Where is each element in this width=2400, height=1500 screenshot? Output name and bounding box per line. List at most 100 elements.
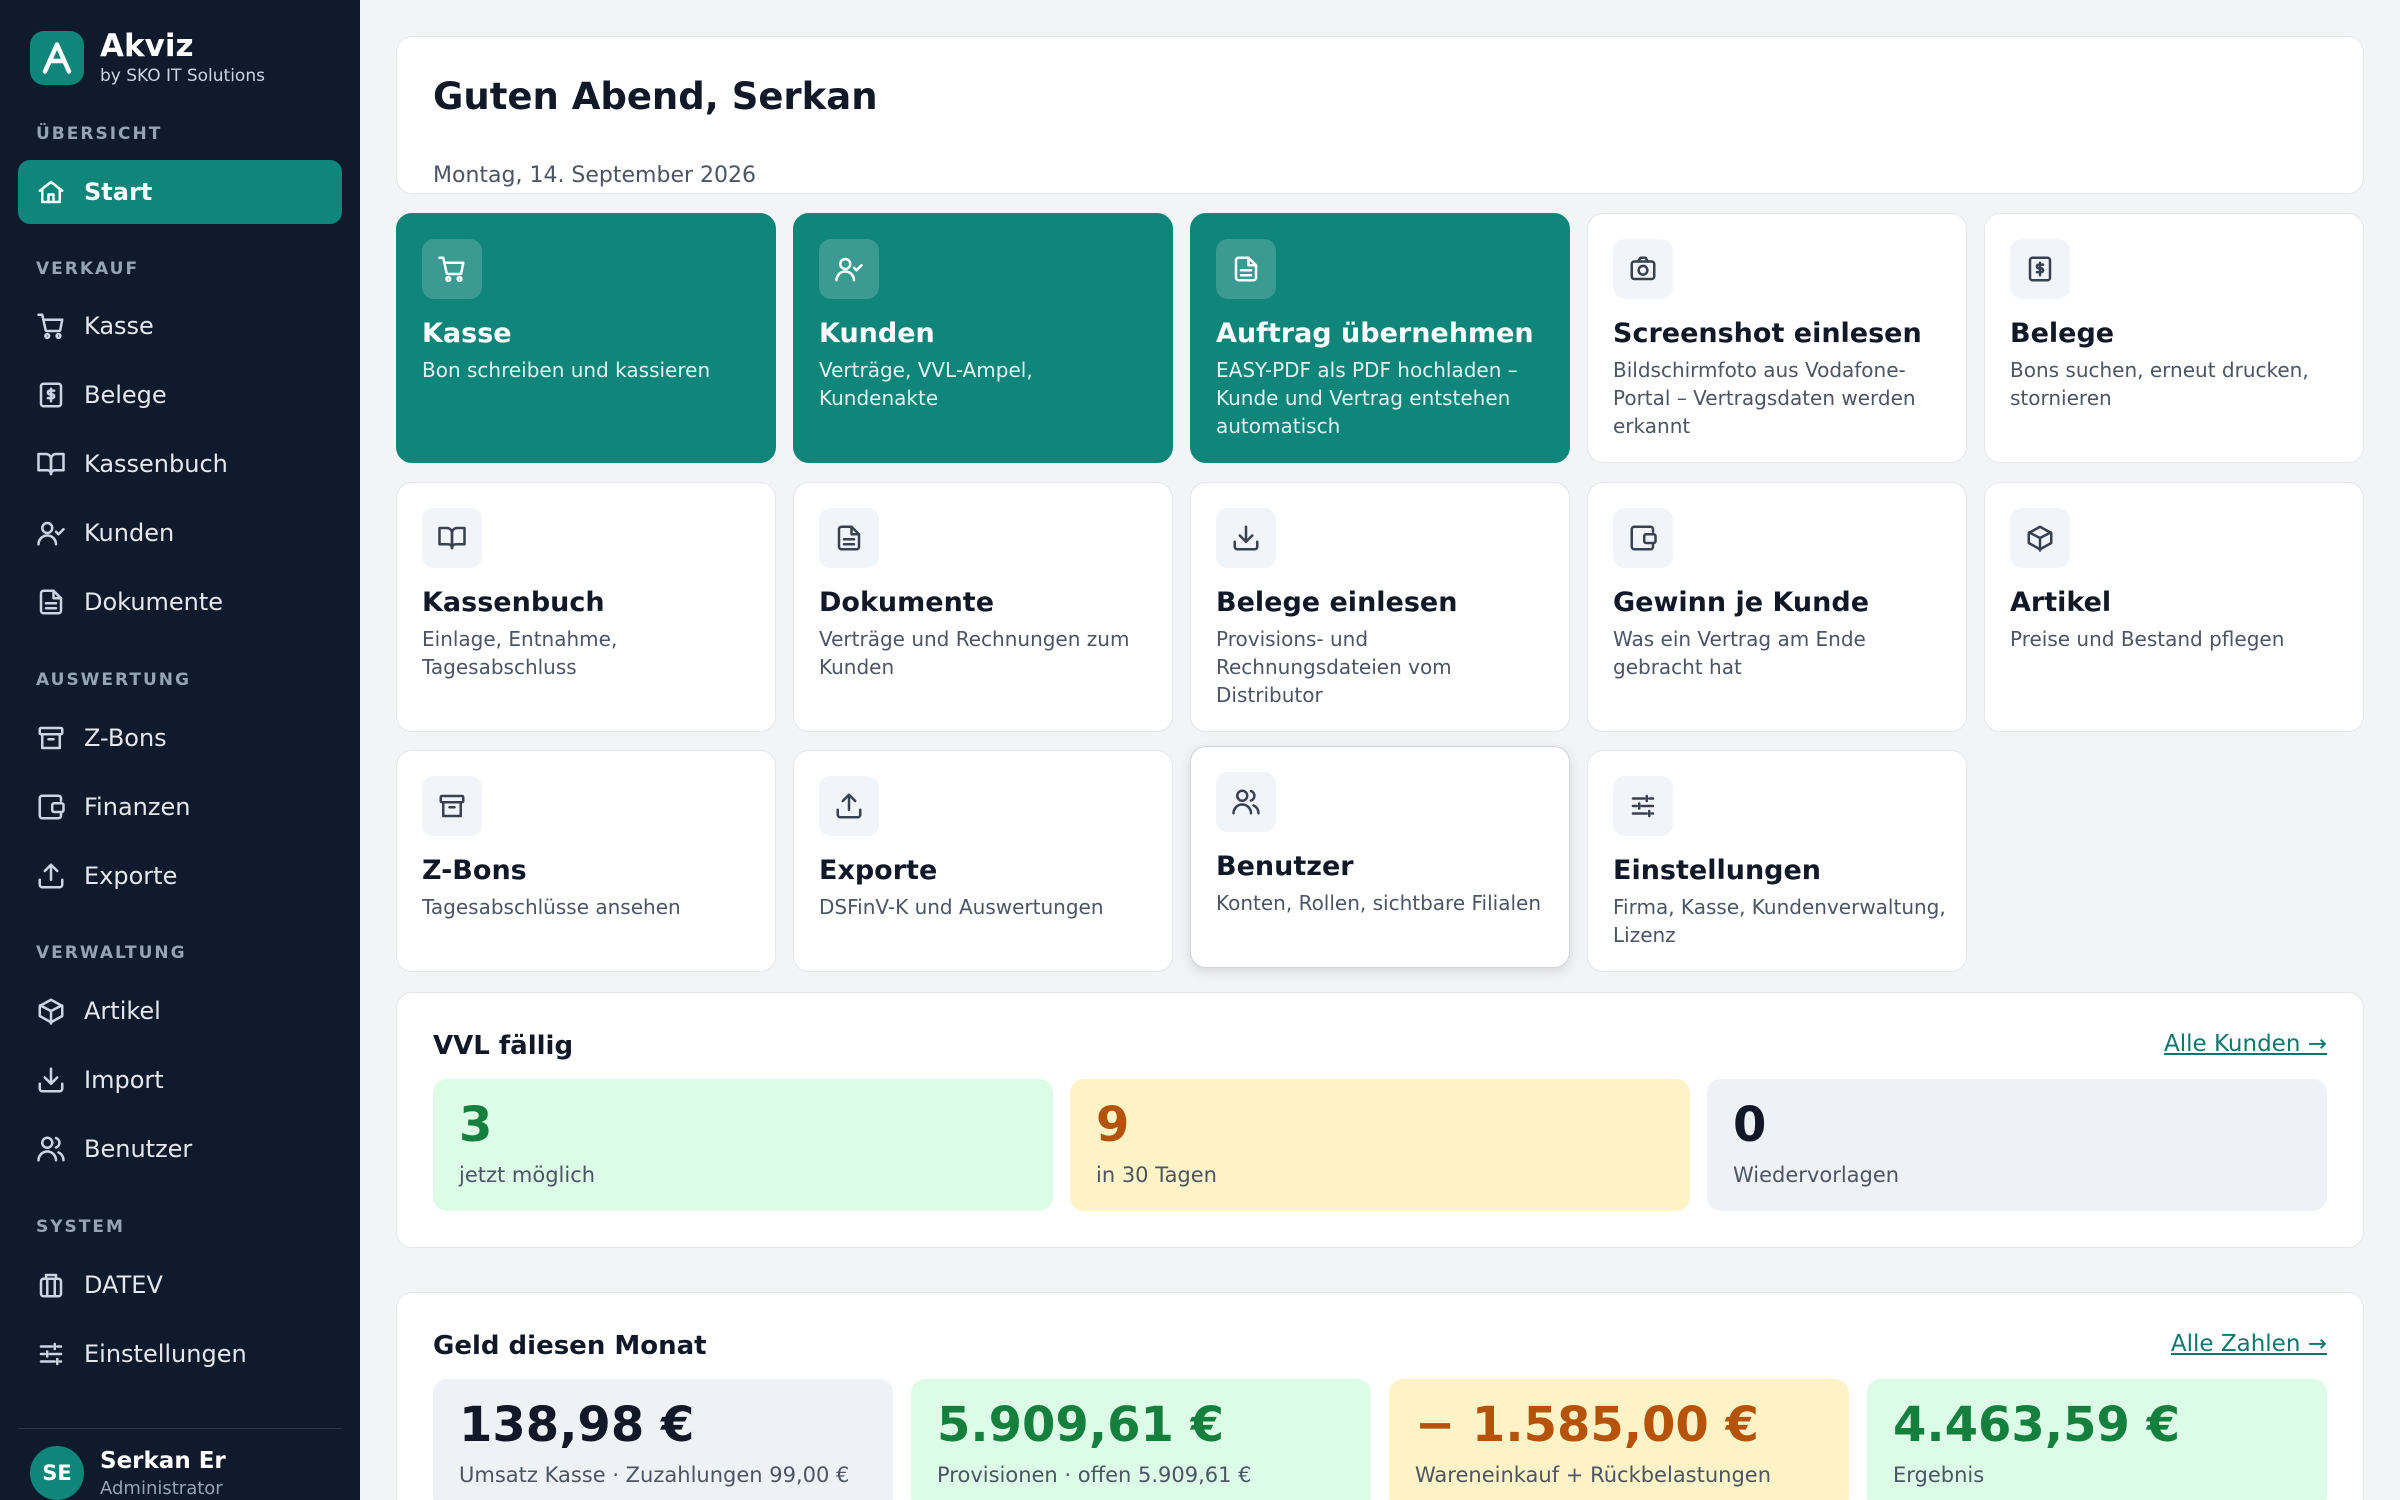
tile-icon-wrap [1613,776,1673,836]
tile-icon-wrap [1216,772,1276,832]
nav-section-label: VERKAUF [36,259,140,279]
tile-title: Exporte [819,855,938,886]
money-stat-card[interactable]: 138,98 € Umsatz Kasse · Zuzahlungen 99,00… [433,1379,893,1500]
vvl-stat-card[interactable]: 0 Wiedervorlagen [1707,1079,2327,1211]
sidebar: Akviz by SKO IT Solutions ÜBERSICHT Start… [0,0,360,1500]
stat-value: 0 [1733,1097,1767,1153]
tile-description: DSFinV-K und Auswertungen [819,895,1104,919]
tile-description: Verträge, VVL-Ampel, Kundenakte [819,358,1033,410]
greeting-card: Guten Abend, Serkan Montag, 14. Septembe… [396,36,2364,194]
tile-kassenbuch[interactable]: Kassenbuch Einlage, Entnahme, Tagesabschl… [396,482,776,732]
tile-title: Z-Bons [422,855,527,886]
box-icon [2027,525,2053,552]
sidebar-item-label: Belege [84,381,167,409]
vvl-stat-card[interactable]: 9 in 30 Tagen [1070,1079,1690,1211]
tile-title: Benutzer [1216,851,1354,882]
nav-section-label: ÜBERSICHT [36,124,163,144]
tile-belege[interactable]: Belege Bons suchen, erneut drucken, storn… [1984,213,2364,463]
home-icon [38,180,64,204]
sidebar-item-dokumente[interactable]: Dokumente [18,570,342,634]
user-name: Serkan Er [100,1447,226,1474]
vvl-stat-card[interactable]: 3 jetzt möglich [433,1079,1053,1211]
user-role: Administrator [100,1477,223,1499]
sidebar-item-kassenbuch[interactable]: Kassenbuch [18,432,342,496]
sidebar-item-kunden[interactable]: Kunden [18,501,342,565]
upload-icon [38,863,64,889]
tile-title: Belege [2010,318,2115,349]
money-title: Geld diesen Monat [433,1331,707,1361]
sliders-icon [1631,794,1655,818]
sliders-icon [39,1342,63,1366]
tile-icon-wrap [819,239,879,299]
sidebar-item-exporte[interactable]: Exporte [18,844,342,908]
wallet-icon [38,794,65,820]
tile-artikel[interactable]: Artikel Preise und Bestand pflegen [1984,482,2364,732]
tile-description: Bons suchen, erneut drucken, stornieren [2010,358,2309,410]
tile-description: Bildschirmfoto aus Vodafone-Portal – Ver… [1613,358,1916,438]
tile-gewinn-je-kunde[interactable]: Gewinn je Kunde Was ein Vertrag am Ende g… [1587,482,1967,732]
document-icon [837,525,861,551]
tile-icon-wrap [1216,239,1276,299]
sidebar-item-label: Exporte [84,862,178,890]
box-icon [38,998,64,1025]
tile-benutzer[interactable]: Benutzer Konten, Rollen, sichtbare Filial… [1190,746,1570,968]
tile-icon-wrap [819,508,879,568]
document-icon [1234,256,1258,282]
tile-einstellungen[interactable]: Einstellungen Firma, Kasse, Kundenverwalt… [1587,750,1967,972]
sidebar-item-benutzer[interactable]: Benutzer [18,1117,342,1181]
sidebar-item-belege[interactable]: Belege [18,363,342,427]
tile-title: Kasse [422,318,512,349]
tile-title: Kunden [819,318,935,349]
tile-title: Einstellungen [1613,855,1822,886]
tile-title: Auftrag übernehmen [1216,318,1534,349]
tile-icon-wrap [1613,239,1673,299]
sidebar-item-finanzen[interactable]: Finanzen [18,775,342,839]
tile-z-bons[interactable]: Z-Bons Tagesabschlüsse ansehen [396,750,776,972]
stat-value: − 1.585,00 € [1415,1397,1759,1453]
money-stat-card[interactable]: 4.463,59 € Ergebnis [1867,1379,2327,1500]
vvl-title: VVL fällig [433,1031,574,1061]
sidebar-item-label: Kassenbuch [84,450,228,478]
stat-label: jetzt möglich [459,1163,596,1187]
tile-exporte[interactable]: Exporte DSFinV-K und Auswertungen [793,750,1173,972]
sidebar-item-import[interactable]: Import [18,1048,342,1112]
receipt-icon [2028,256,2052,282]
sidebar-item-label: Kasse [84,312,154,340]
stat-label: Provisionen · offen 5.909,61 € [937,1463,1252,1487]
all-customers-link[interactable]: Alle Kunden → [2164,1031,2327,1057]
upload-icon [836,793,862,819]
archive-icon [38,726,64,750]
money-stat-card[interactable]: − 1.585,00 € Wareneinkauf + Rückbelastung… [1389,1379,1849,1500]
sidebar-item-einstellungen[interactable]: Einstellungen [18,1322,342,1386]
stat-value: 9 [1096,1097,1130,1153]
tile-title: Gewinn je Kunde [1613,587,1870,618]
tile-belege-einlesen[interactable]: Belege einlesen Provisions- und Rechnungs… [1190,482,1570,732]
archive-icon [439,794,465,818]
tile-auftrag-bernehmen[interactable]: Auftrag übernehmen EASY-PDF als PDF hochl… [1190,213,1570,463]
tile-screenshot-einlesen[interactable]: Screenshot einlesen Bildschirmfoto aus Vo… [1587,213,1967,463]
sidebar-item-label: Start [84,178,153,206]
tile-kunden[interactable]: Kunden Verträge, VVL-Ampel, Kundenakte [793,213,1173,463]
all-figures-link[interactable]: Alle Zahlen → [2171,1331,2327,1357]
sidebar-item-datev[interactable]: DATEV [18,1253,342,1317]
akviz-logo-icon [30,31,84,85]
sidebar-item-label: Einstellungen [84,1340,247,1368]
sidebar-item-label: Finanzen [84,793,191,821]
sidebar-item-start[interactable]: Start [18,160,342,224]
sidebar-item-z-bons[interactable]: Z-Bons [18,706,342,770]
tile-kasse[interactable]: Kasse Bon schreiben und kassieren [396,213,776,463]
tile-description: EASY-PDF als PDF hochladen – Kunde und V… [1216,358,1518,438]
brand-subtitle: by SKO IT Solutions [100,66,265,86]
user-profile[interactable]: SE Serkan Er Administrator [30,1446,226,1500]
tile-description: Bon schreiben und kassieren [422,358,711,382]
tile-icon-wrap [422,239,482,299]
sidebar-item-artikel[interactable]: Artikel [18,979,342,1043]
tile-dokumente[interactable]: Dokumente Verträge und Rechnungen zum Kun… [793,482,1173,732]
user-check-icon [835,257,863,282]
sidebar-item-kasse[interactable]: Kasse [18,294,342,358]
brand[interactable]: Akviz by SKO IT Solutions [30,30,265,86]
sidebar-item-label: Kunden [84,519,175,547]
stat-label: Wareneinkauf + Rückbelastungen [1415,1463,1772,1487]
nav-section-label: SYSTEM [36,1217,125,1237]
money-stat-card[interactable]: 5.909,61 € Provisionen · offen 5.909,61 € [911,1379,1371,1500]
